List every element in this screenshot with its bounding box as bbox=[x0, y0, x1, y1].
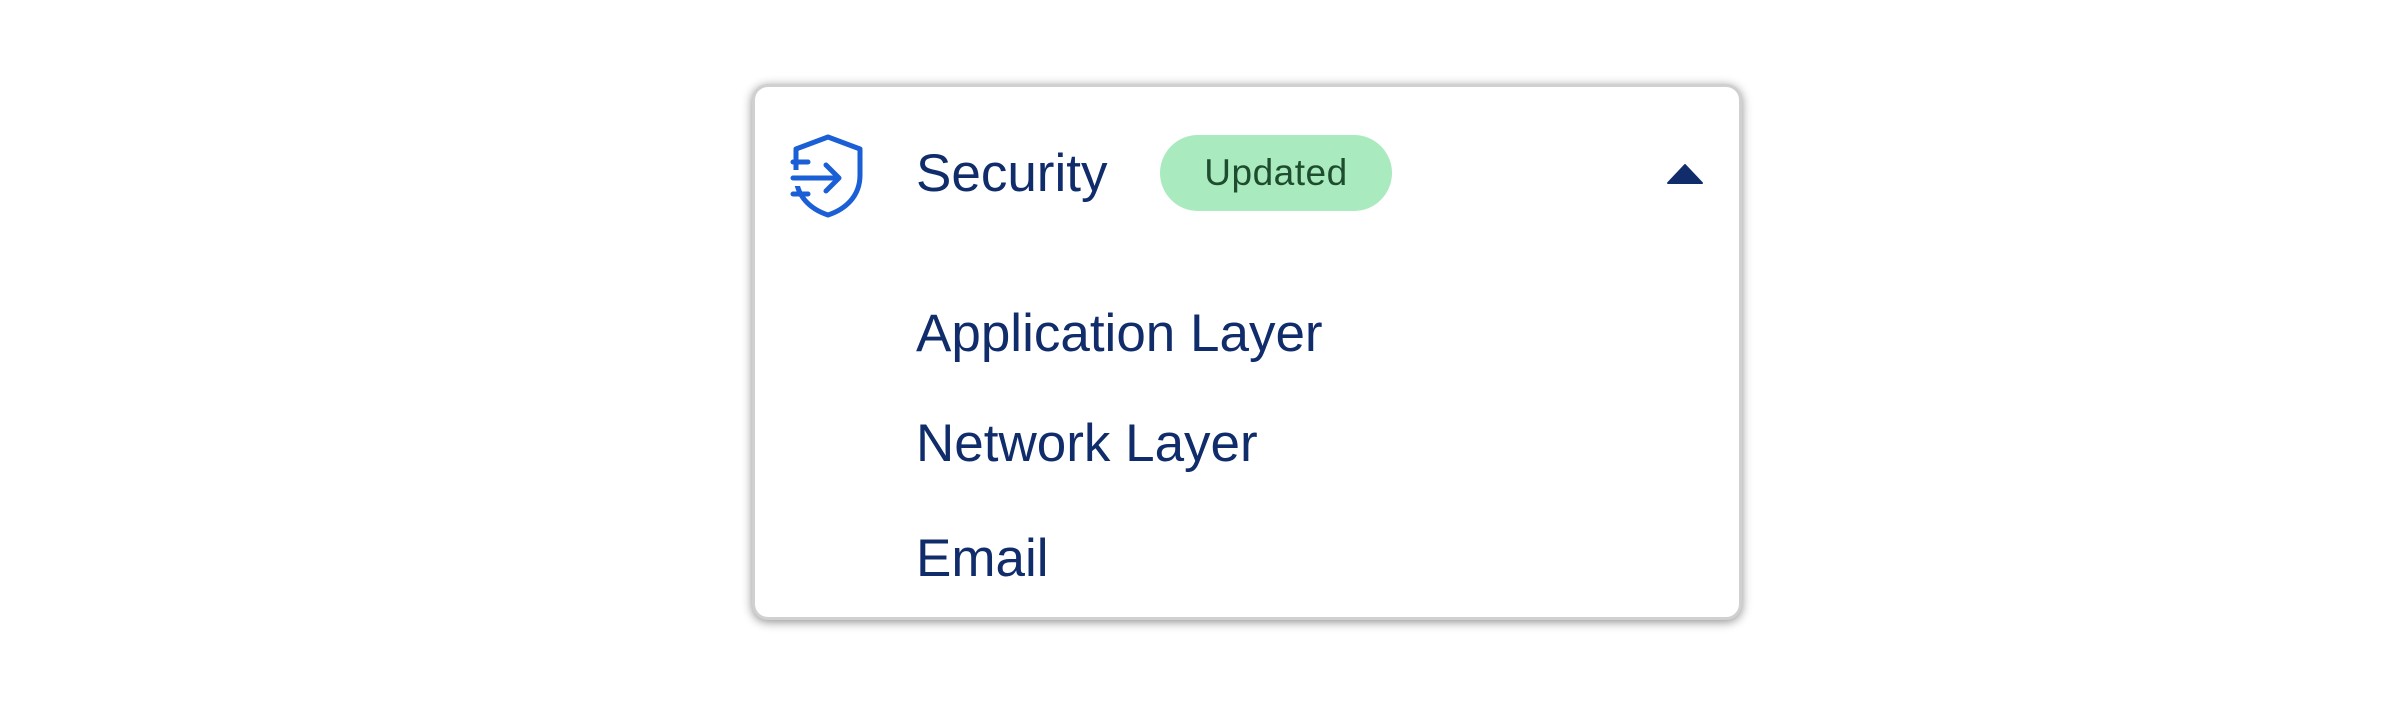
security-nav-card: Security Updated Application Layer Netwo… bbox=[752, 84, 1742, 620]
status-badge: Updated bbox=[1160, 135, 1392, 211]
security-submenu: Application Layer Network Layer Email bbox=[755, 282, 1739, 616]
shield-arrow-icon bbox=[788, 132, 868, 218]
caret-up-icon[interactable] bbox=[1655, 145, 1715, 205]
section-title: Security bbox=[916, 144, 1108, 203]
submenu-item-application-layer[interactable]: Application Layer bbox=[755, 282, 1739, 386]
submenu-item-email[interactable]: Email bbox=[755, 502, 1739, 616]
submenu-item-network-layer[interactable]: Network Layer bbox=[755, 386, 1739, 502]
stage: Security Updated Application Layer Netwo… bbox=[0, 0, 2400, 704]
security-section-header[interactable]: Security Updated bbox=[755, 87, 1739, 267]
